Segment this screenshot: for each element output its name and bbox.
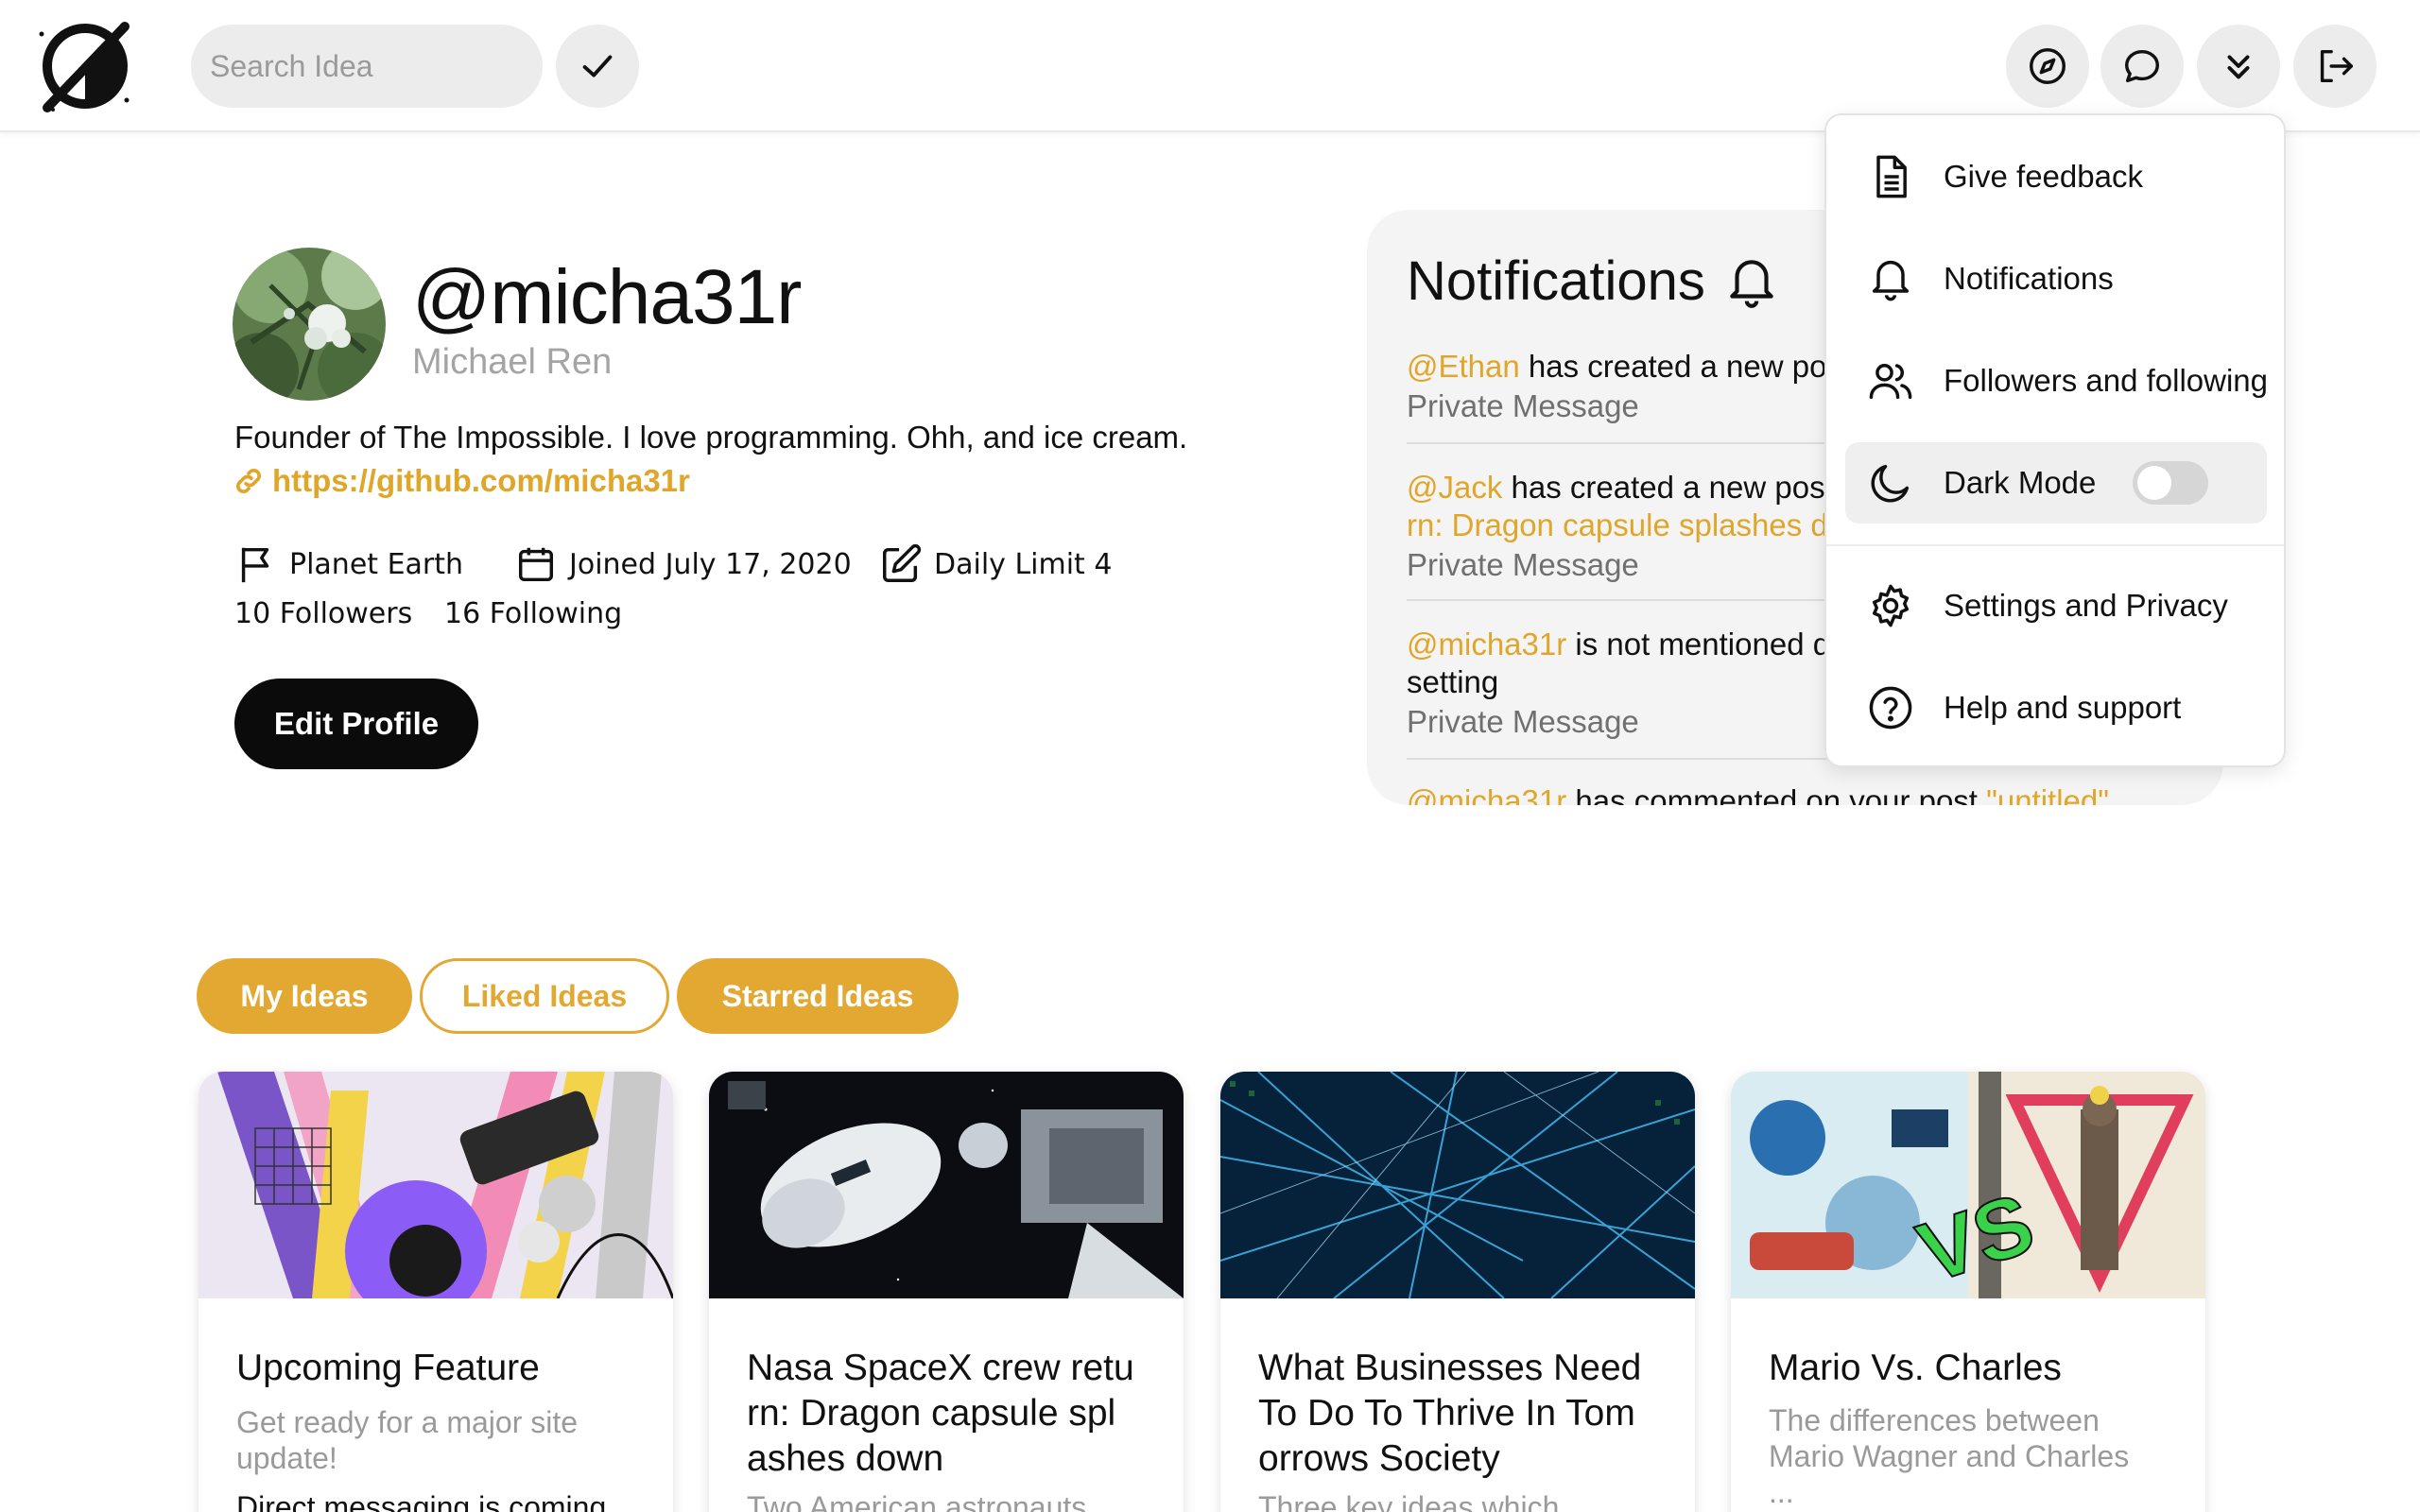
explore-button[interactable] <box>2006 25 2089 108</box>
card-description-more: ... <box>1769 1475 1794 1509</box>
profile-link[interactable]: https://github.com/micha31r <box>233 463 690 499</box>
notification-user[interactable]: @micha31r <box>1407 783 1566 805</box>
card-description: Get ready for a major site update! <box>236 1405 579 1475</box>
more-menu-button[interactable] <box>2197 25 2280 108</box>
daily-limit-meta: Daily Limit 4 <box>879 542 1112 586</box>
top-bar <box>0 0 2420 132</box>
notification-user[interactable]: @Jack <box>1407 470 1502 505</box>
chat-bubble-icon <box>2124 49 2160 83</box>
compass-icon <box>2030 48 2066 84</box>
menu-item-settings-privacy[interactable]: Settings and Privacy <box>1845 565 2267 646</box>
double-chevron-down-icon <box>2227 55 2250 79</box>
notification-user[interactable]: @Ethan <box>1407 349 1520 384</box>
card-description: Three key ideas which <box>1258 1490 1560 1512</box>
location-text: Planet Earth <box>289 547 464 581</box>
card-title: What Businesses Need To Do To Thrive In … <box>1258 1348 1642 1479</box>
idea-card[interactable]: What Businesses Need To Do To Thrive In … <box>1220 1072 1695 1512</box>
followers-count[interactable]: 10 Followers <box>234 597 412 630</box>
card-description: Two American astronauts <box>747 1490 1087 1512</box>
card-thumbnail <box>1220 1072 1695 1298</box>
users-icon <box>1869 364 1912 400</box>
moon-icon <box>1871 464 1910 503</box>
menu-item-give-feedback[interactable]: Give feedback <box>1845 136 2267 217</box>
following-count[interactable]: 16 Following <box>444 597 622 630</box>
notifications-title-text: Notifications <box>1407 250 1705 312</box>
tab-liked-ideas[interactable]: Liked Ideas <box>420 958 669 1034</box>
search-input[interactable] <box>191 25 543 108</box>
bell-icon <box>1730 259 1773 308</box>
menu-item-label: Settings and Privacy <box>1944 588 2228 623</box>
menu-item-help-support[interactable]: Help and support <box>1845 667 2267 748</box>
help-circle-icon <box>1869 686 1912 730</box>
edit-square-icon <box>883 543 922 582</box>
menu-item-notifications[interactable]: Notifications <box>1845 238 2267 319</box>
account-dropdown-menu: Give feedback Notifications Followers an… <box>1824 113 2286 767</box>
joined-meta: Joined July 17, 2020 <box>514 542 852 586</box>
menu-item-followers-following[interactable]: Followers and following <box>1845 340 2269 421</box>
menu-item-label: Help and support <box>1944 690 2182 725</box>
notifications-title: Notifications <box>1407 249 1781 313</box>
calendar-icon <box>518 547 554 582</box>
card-description-more: Direct messaging is coming <box>236 1490 607 1512</box>
daily-limit-text: Daily Limit 4 <box>934 547 1113 581</box>
dark-mode-toggle[interactable] <box>2133 461 2208 505</box>
card-thumbnail: VS <box>1731 1072 2205 1298</box>
logout-icon <box>2320 49 2353 83</box>
menu-item-label: Dark Mode <box>1944 465 2097 500</box>
tab-my-ideas[interactable]: My Ideas <box>197 958 412 1034</box>
idea-card[interactable]: Nasa SpaceX crew retu rn: Dragon capsule… <box>709 1072 1184 1512</box>
menu-item-dark-mode[interactable]: Dark Mode <box>1845 442 2267 524</box>
notification-text: has created a new post <box>1502 470 1834 505</box>
location-meta: Planet Earth <box>234 542 463 586</box>
avatar <box>233 248 386 401</box>
notification-user[interactable]: @micha31r <box>1407 627 1566 662</box>
notification-text: has created a new post <box>1519 349 1852 384</box>
avatar-image <box>233 248 386 401</box>
card-description: The differences between Mario Wagner and… <box>1769 1403 2130 1473</box>
gear-icon <box>1872 584 1910 627</box>
flag-icon <box>241 547 269 583</box>
card-thumbnail <box>199 1072 673 1298</box>
card-title: Upcoming Feature <box>236 1348 540 1388</box>
menu-item-label: Give feedback <box>1944 159 2143 194</box>
profile-handle: @micha31r <box>412 254 802 340</box>
divider <box>1826 544 2284 546</box>
messages-button[interactable] <box>2100 25 2184 108</box>
logo-icon[interactable] <box>34 15 136 117</box>
notification-item[interactable]: @micha31r has commented on your post "un… <box>1407 782 2191 805</box>
idea-card[interactable]: Upcoming Feature Get ready for a major s… <box>199 1072 673 1512</box>
search-submit-button[interactable] <box>556 25 639 108</box>
edit-profile-button[interactable]: Edit Profile <box>234 679 478 769</box>
checkmark-icon <box>582 55 613 77</box>
idea-card[interactable]: VS Mario Vs. Charles The differences bet… <box>1731 1072 2205 1512</box>
notification-text-line2: setting <box>1407 664 1499 699</box>
notification-text: has commented on your post <box>1566 783 1987 805</box>
menu-item-label: Followers and following <box>1944 363 2269 398</box>
joined-text: Joined July 17, 2020 <box>569 547 852 581</box>
card-thumbnail <box>709 1072 1184 1298</box>
link-icon <box>236 469 261 493</box>
profile-link-text: https://github.com/micha31r <box>272 463 690 498</box>
menu-item-label: Notifications <box>1944 261 2114 296</box>
card-title: Mario Vs. Charles <box>1769 1348 2062 1388</box>
profile-bio: Founder of The Impossible. I love progra… <box>234 420 1188 455</box>
notification-post-link[interactable]: rn: Dragon capsule splashes down <box>1407 507 1885 542</box>
notification-post-link[interactable]: "untitled" <box>1986 783 2109 805</box>
profile-real-name: Michael Ren <box>412 342 613 382</box>
logout-button[interactable] <box>2293 25 2377 108</box>
document-icon <box>1876 155 1907 198</box>
card-title: Nasa SpaceX crew retu rn: Dragon capsule… <box>747 1348 1134 1479</box>
tab-starred-ideas[interactable]: Starred Ideas <box>677 958 959 1034</box>
bell-icon <box>1872 260 1910 301</box>
